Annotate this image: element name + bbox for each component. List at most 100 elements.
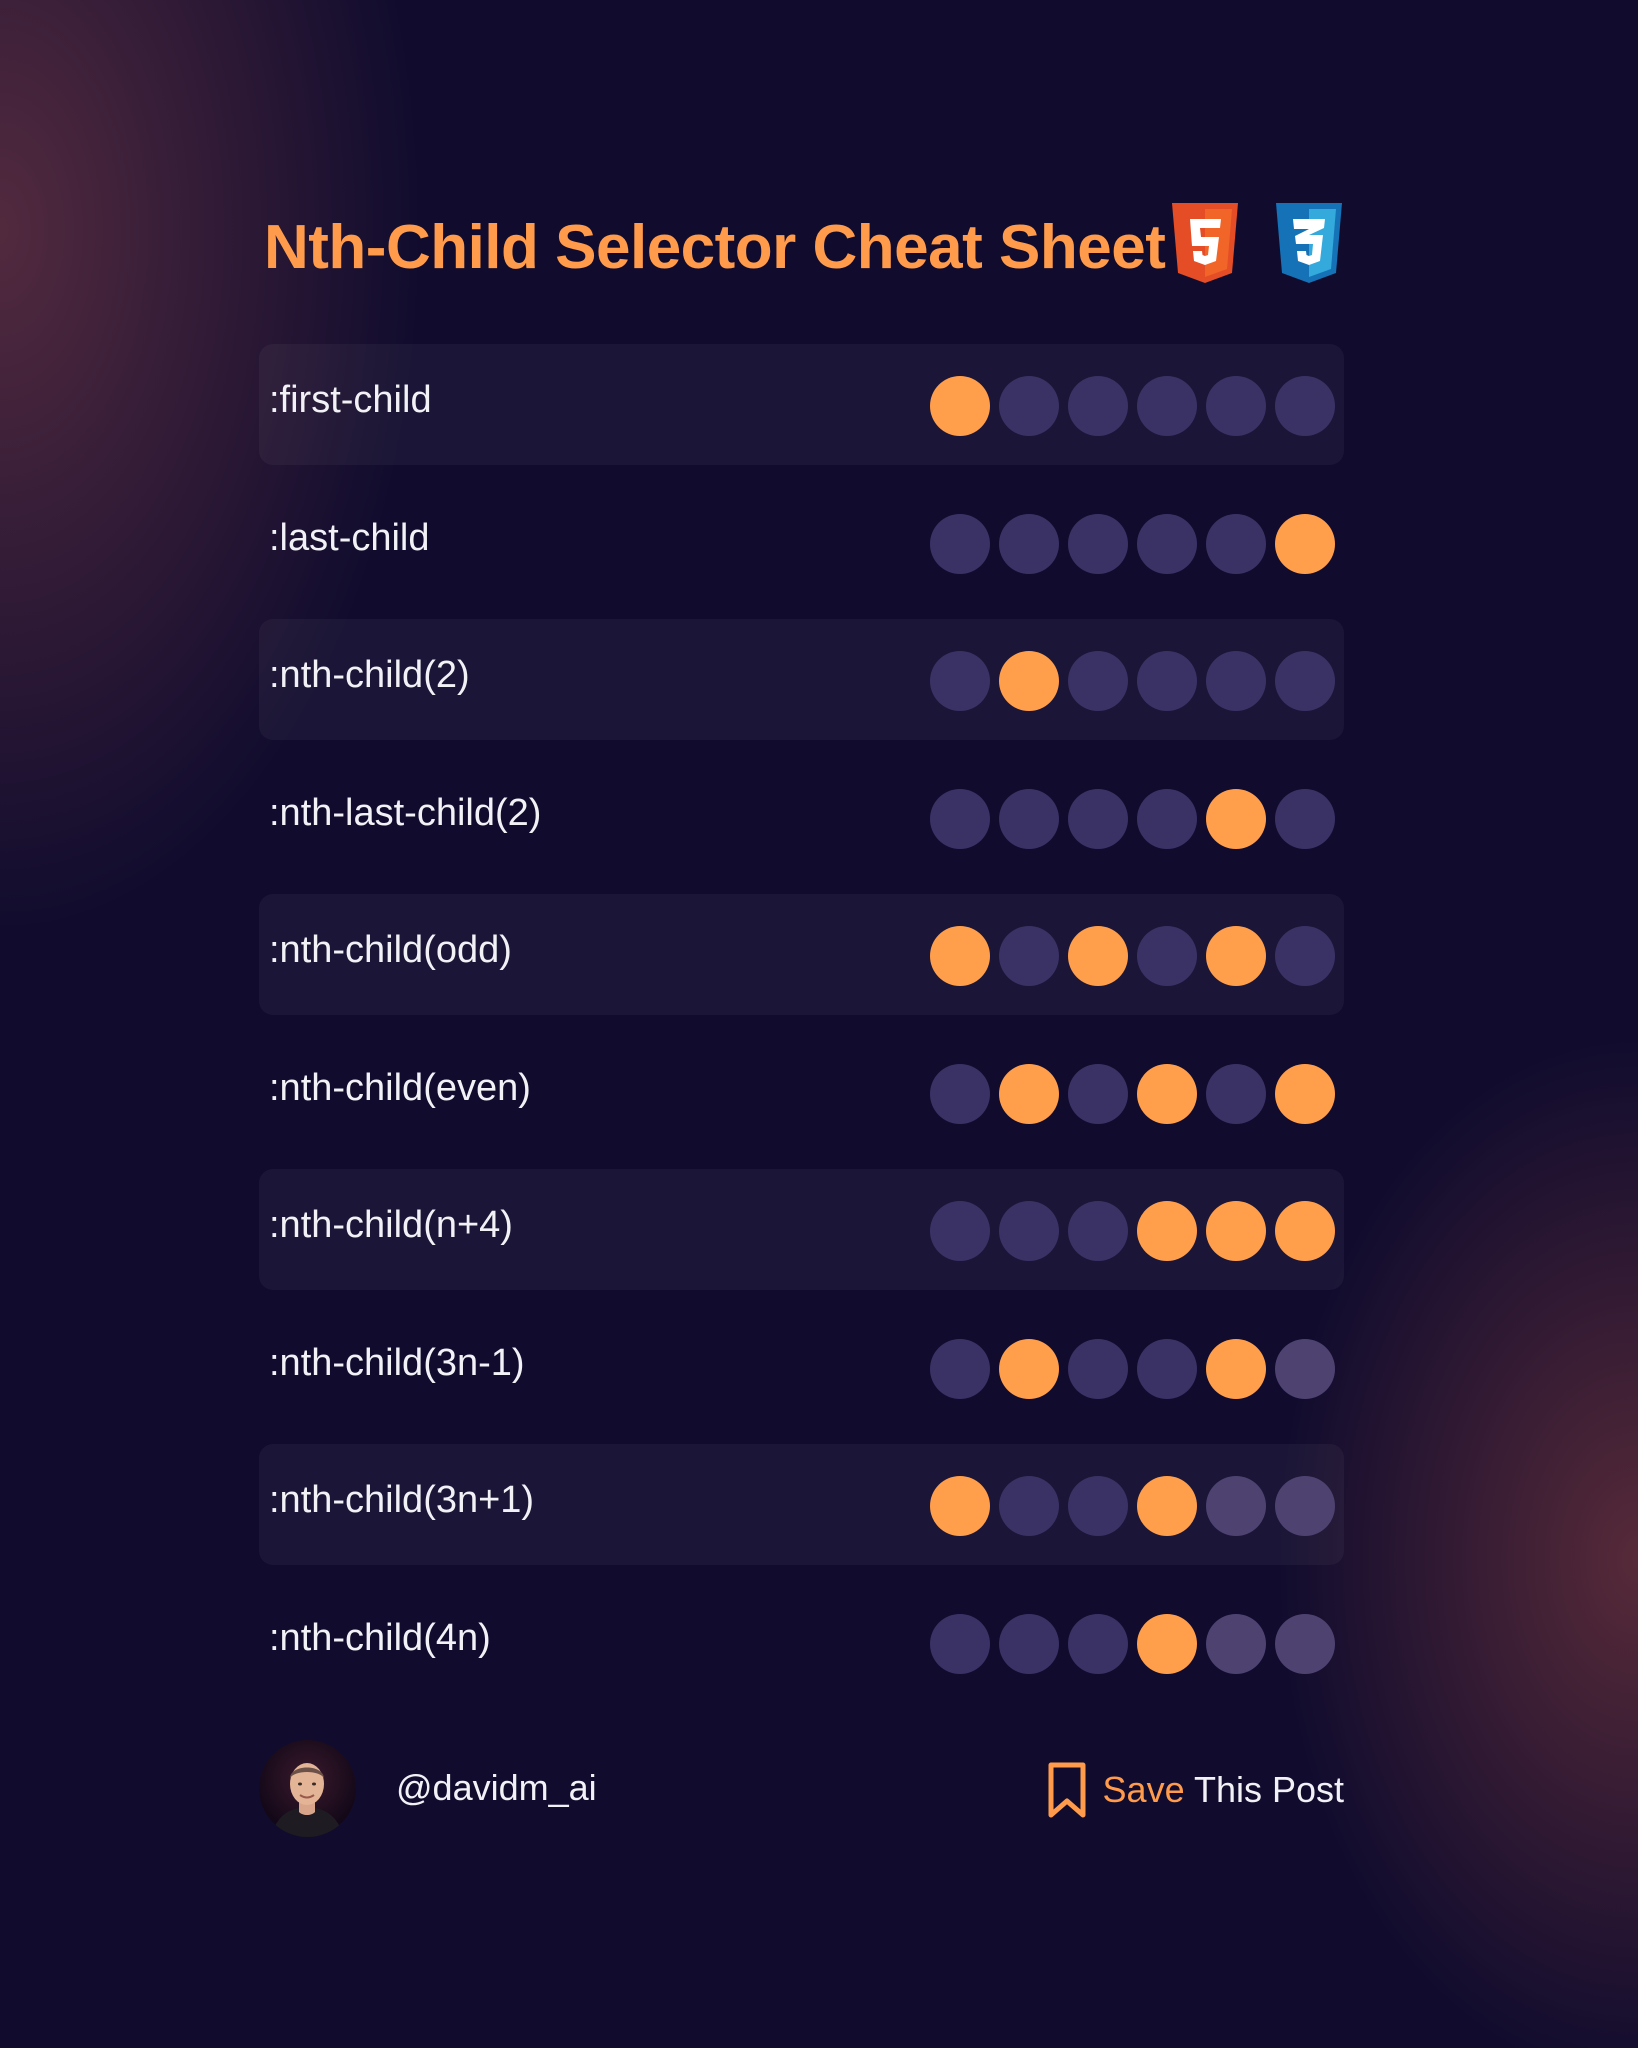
child-dots — [930, 513, 1335, 574]
selector-label: :nth-last-child(2) — [269, 791, 542, 834]
child-dot-selected — [999, 651, 1059, 711]
child-dot — [930, 1338, 990, 1399]
child-dot-selected — [999, 1063, 1059, 1124]
child-dot-selected — [1206, 788, 1266, 849]
header: Nth-Child Selector Cheat Sheet — [264, 203, 1344, 283]
child-dot — [999, 1476, 1059, 1536]
child-dot-selected — [1275, 513, 1335, 574]
child-dot-selected — [930, 1476, 990, 1536]
selector-list: :first-child :last-child :nth-child(2) :nth… — [259, 344, 1344, 1719]
save-label-rest: This Post — [1193, 1769, 1344, 1810]
child-dots — [930, 788, 1335, 849]
selector-row: :nth-child(2) — [259, 619, 1344, 740]
child-dot — [1068, 1476, 1128, 1536]
child-dot — [1068, 788, 1128, 849]
child-dot — [1275, 926, 1335, 986]
child-dot — [1137, 1338, 1197, 1399]
selector-row: :nth-child(3n-1) — [259, 1307, 1344, 1428]
child-dot — [1275, 1476, 1335, 1536]
child-dot — [999, 788, 1059, 849]
child-dot — [1137, 651, 1197, 711]
child-dot-selected — [1068, 926, 1128, 986]
child-dot — [1206, 1063, 1266, 1124]
child-dot — [930, 1063, 990, 1124]
save-label-highlight: Save — [1102, 1769, 1185, 1810]
child-dot — [1206, 513, 1266, 574]
selector-label: :nth-child(3n+1) — [269, 1479, 535, 1521]
selector-row: :nth-last-child(2) — [259, 757, 1344, 878]
selector-row: :nth-child(3n+1) — [259, 1444, 1344, 1565]
page-title: Nth-Child Selector Cheat Sheet — [264, 213, 1166, 282]
selector-label: :nth-child(2) — [269, 654, 470, 696]
child-dots — [930, 376, 1335, 436]
child-dots — [930, 1613, 1335, 1674]
child-dot — [1068, 513, 1128, 574]
child-dot — [1206, 1476, 1266, 1536]
child-dot — [1275, 788, 1335, 849]
child-dot — [1068, 1201, 1128, 1261]
selector-row: :nth-child(even) — [259, 1032, 1344, 1153]
child-dot — [999, 376, 1059, 436]
selector-label: :first-child — [269, 379, 432, 421]
child-dot — [930, 651, 990, 711]
child-dot-selected — [1275, 1201, 1335, 1261]
child-dot — [1137, 788, 1197, 849]
child-dot-selected — [1206, 1338, 1266, 1399]
child-dot — [1206, 651, 1266, 711]
child-dot-selected — [1137, 1613, 1197, 1674]
selector-label: :nth-child(odd) — [269, 929, 512, 971]
bookmark-icon — [1048, 1762, 1086, 1818]
footer: @davidm_ai Save This Post — [259, 1740, 1344, 1840]
child-dot — [1275, 376, 1335, 436]
child-dot-selected — [930, 376, 990, 436]
child-dot-selected — [1206, 1201, 1266, 1261]
child-dots — [930, 1201, 1335, 1261]
author-handle[interactable]: @davidm_ai — [396, 1767, 597, 1809]
child-dot — [1275, 1338, 1335, 1399]
child-dot — [999, 926, 1059, 986]
child-dot — [1137, 376, 1197, 436]
selector-label: :last-child — [269, 516, 430, 559]
child-dot — [999, 513, 1059, 574]
child-dots — [930, 1063, 1335, 1124]
child-dot-selected — [1275, 1063, 1335, 1124]
child-dot — [1137, 513, 1197, 574]
person-photo-icon — [271, 1763, 344, 1837]
child-dot — [930, 1613, 990, 1674]
child-dot — [1137, 926, 1197, 986]
child-dot-selected — [999, 1338, 1059, 1399]
child-dot — [1068, 1613, 1128, 1674]
child-dot — [1068, 651, 1128, 711]
child-dot — [930, 1201, 990, 1261]
child-dot — [1275, 1613, 1335, 1674]
selector-label: :nth-child(even) — [269, 1066, 531, 1109]
child-dot — [930, 788, 990, 849]
child-dots — [930, 651, 1335, 711]
avatar[interactable] — [259, 1740, 356, 1837]
child-dot-selected — [1137, 1063, 1197, 1124]
child-dots — [930, 926, 1335, 986]
selector-row: :last-child — [259, 482, 1344, 603]
selector-label: :nth-child(n+4) — [269, 1204, 513, 1246]
selector-row: :first-child — [259, 344, 1344, 465]
child-dots — [930, 1338, 1335, 1399]
selector-label: :nth-child(4n) — [269, 1616, 491, 1659]
selector-row: :nth-child(odd) — [259, 894, 1344, 1015]
html5-logo-icon — [1172, 203, 1238, 283]
selector-row: :nth-child(n+4) — [259, 1169, 1344, 1290]
save-post-button[interactable]: Save This Post — [1047, 1760, 1344, 1820]
selector-row: :nth-child(4n) — [259, 1582, 1344, 1703]
child-dot — [1275, 651, 1335, 711]
selector-label: :nth-child(3n-1) — [269, 1341, 525, 1384]
child-dot-selected — [1137, 1476, 1197, 1536]
child-dot — [1068, 1063, 1128, 1124]
child-dot-selected — [930, 926, 990, 986]
child-dot — [999, 1613, 1059, 1674]
child-dot-selected — [1137, 1201, 1197, 1261]
child-dot — [1206, 376, 1266, 436]
css3-logo-icon — [1276, 203, 1342, 283]
child-dot-selected — [1206, 926, 1266, 986]
child-dot — [1068, 1338, 1128, 1399]
child-dots — [930, 1476, 1335, 1536]
child-dot — [999, 1201, 1059, 1261]
